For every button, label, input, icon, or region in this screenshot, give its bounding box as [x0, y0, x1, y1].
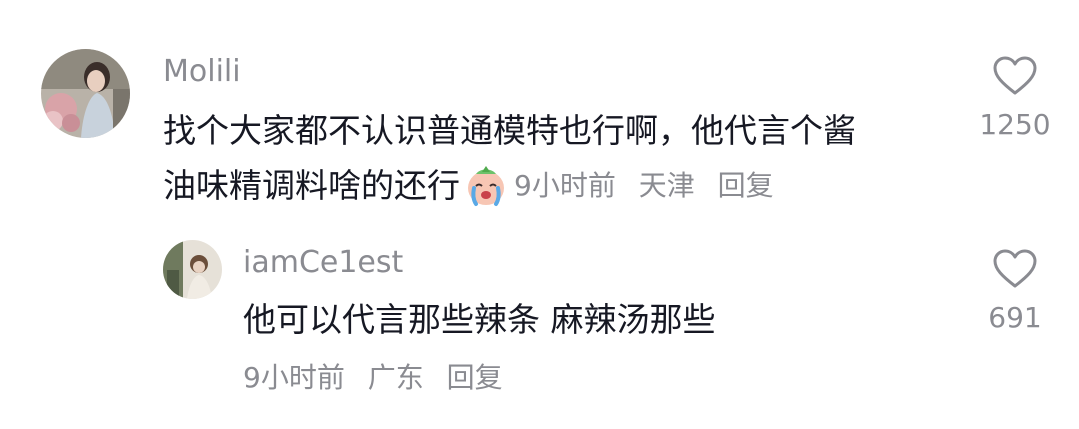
like-count: 691 — [988, 301, 1042, 334]
comment-text-continuation: 油味精调料啥的还行 — [163, 166, 460, 205]
comment-meta: 9小时前 天津 回复 — [514, 158, 788, 213]
avatar[interactable] — [163, 240, 222, 299]
comment-text: 他可以代言那些辣条 麻辣汤那些 — [243, 300, 716, 339]
avatar-image — [41, 49, 130, 138]
like-count: 1250 — [979, 108, 1051, 141]
like-button[interactable]: 1250 — [965, 55, 1065, 139]
like-button[interactable]: 691 — [965, 248, 1065, 332]
comment-location: 广东 — [367, 361, 424, 394]
comment-location: 天津 — [638, 169, 695, 202]
comment-time: 9小时前 — [243, 361, 345, 394]
crying-face-emoji-icon — [464, 164, 508, 208]
avatar-image — [163, 240, 222, 299]
comment-text-line-2: 油味精调料啥的还行 9小时前 天津 回复 — [163, 158, 788, 213]
comment-text: 找个大家都不认识普通模特也行啊，他代言个酱 — [163, 111, 856, 150]
reply-button[interactable]: 回复 — [447, 361, 503, 394]
comment-list: Molili 找个大家都不认识普通模特也行啊，他代言个酱 油味精调料啥的还行 9… — [0, 0, 1079, 429]
username[interactable]: iamCe1est — [243, 248, 403, 278]
comment-meta: 9小时前 广东 回复 — [243, 358, 517, 398]
avatar[interactable] — [41, 49, 130, 138]
heart-outline-icon[interactable] — [992, 248, 1038, 290]
username[interactable]: Molili — [163, 57, 241, 87]
heart-outline-icon[interactable] — [992, 55, 1038, 97]
comment-time: 9小时前 — [514, 169, 616, 202]
reply-button[interactable]: 回复 — [718, 169, 774, 202]
